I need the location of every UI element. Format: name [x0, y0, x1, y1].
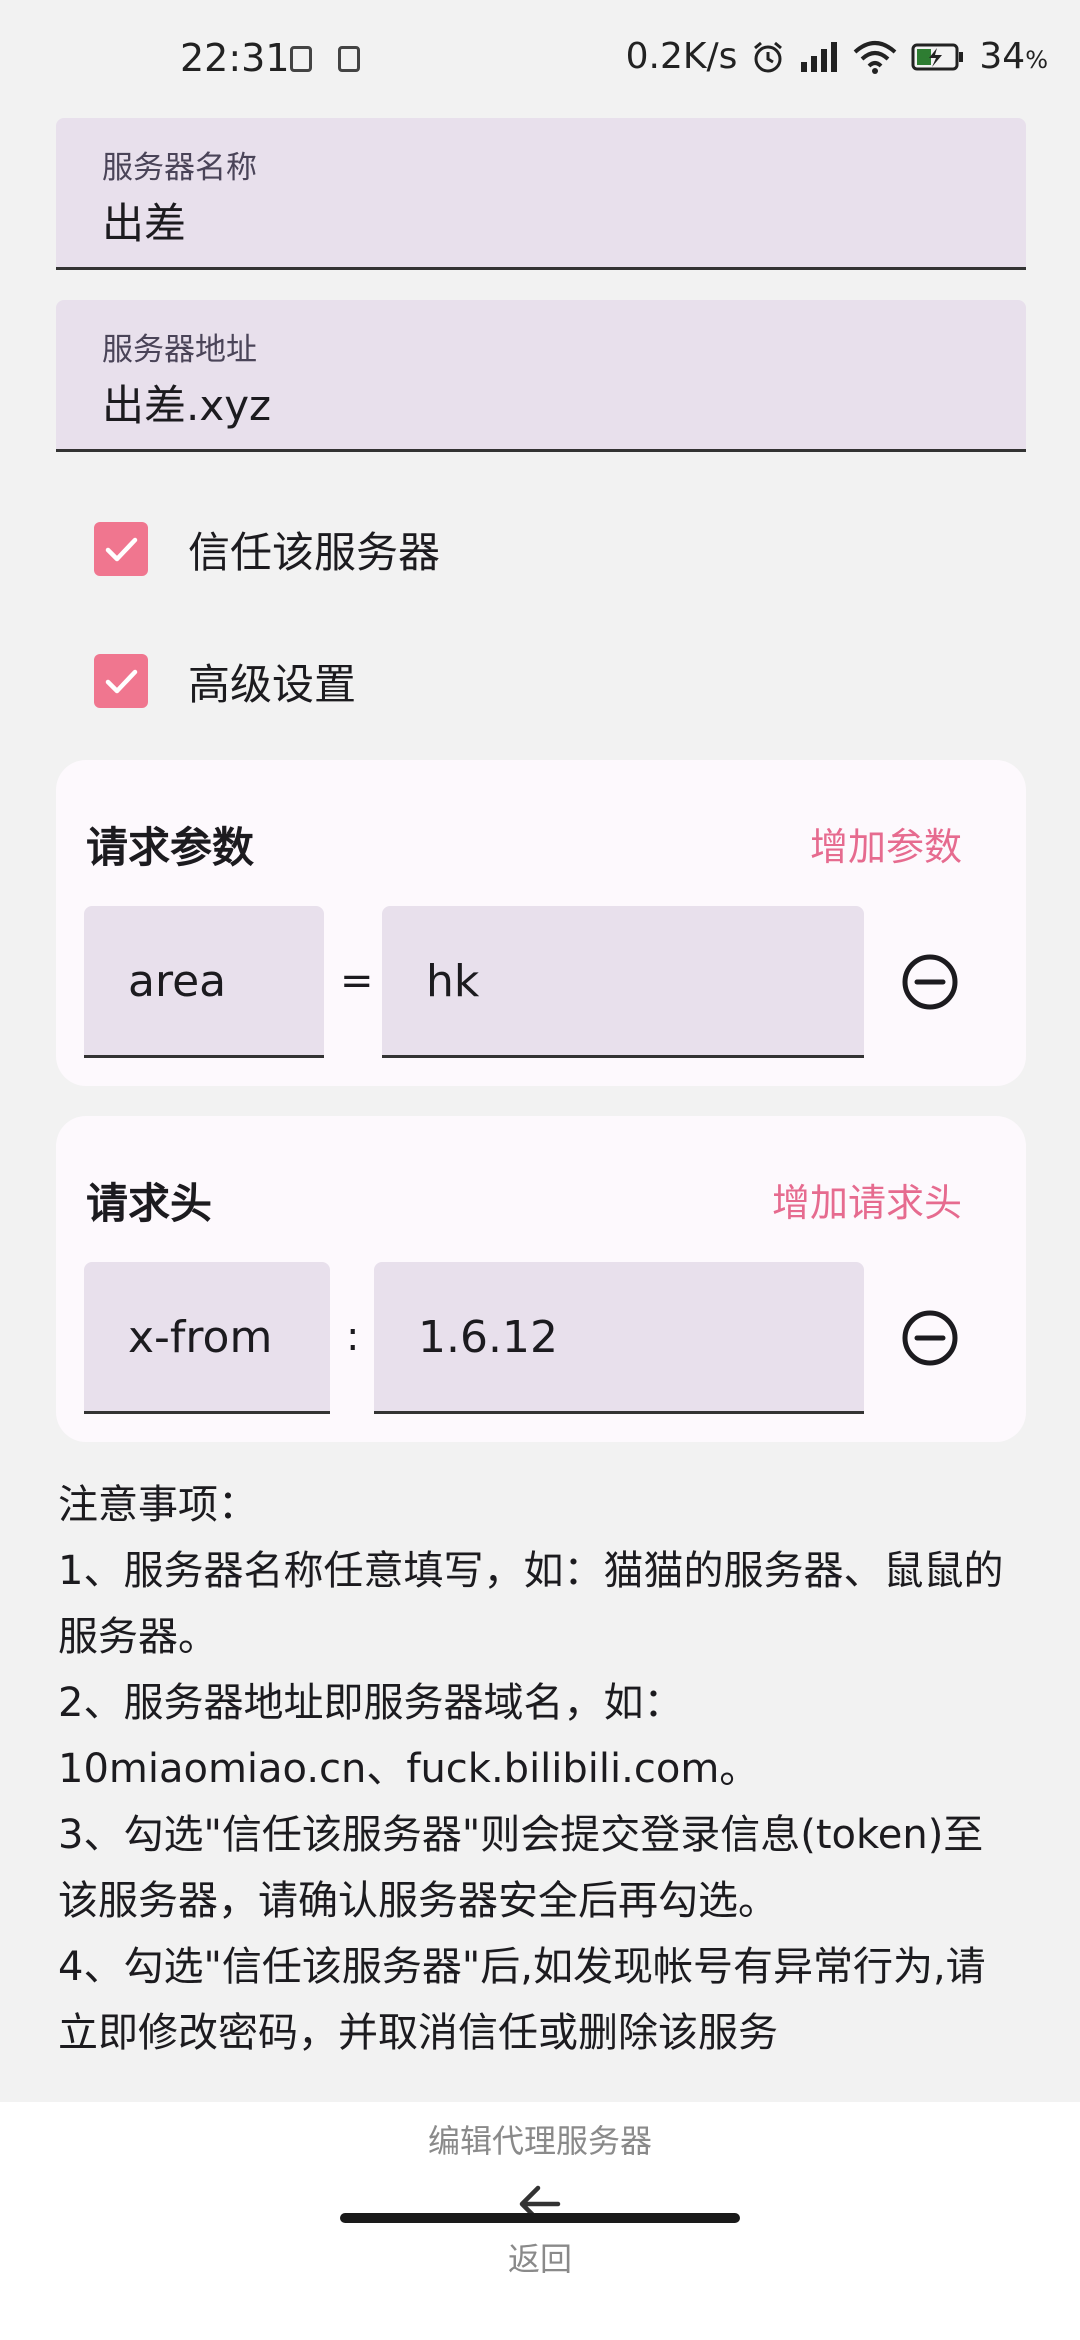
- notes-heading: 注意事项：: [58, 1482, 258, 1528]
- remove-circle-icon[interactable]: [900, 1308, 960, 1368]
- param-key-field[interactable]: area: [84, 906, 324, 1058]
- advanced-settings-checkbox[interactable]: [94, 654, 148, 708]
- advanced-settings-label: 高级设置: [188, 659, 357, 709]
- status-bar: 22:31 0.2K/s 34%: [0, 0, 1080, 120]
- server-name-value[interactable]: 出差: [102, 190, 186, 251]
- request-params-card: 请求参数 增加参数 area = hk: [56, 760, 1026, 1086]
- server-address-value[interactable]: 出差.xyz: [102, 372, 271, 433]
- alarm-icon: [754, 41, 783, 72]
- notes-line: 4、勾选"信任该服务器"后,如发现帐号有异常行为,请立即修改密码，并取消信任或删…: [58, 1944, 986, 2056]
- param-value-value[interactable]: hk: [426, 956, 479, 1007]
- header-value-field[interactable]: 1.6.12: [374, 1262, 864, 1414]
- request-headers-card: 请求头 增加请求头 x-from : 1.6.12: [56, 1116, 1026, 1442]
- add-header-button[interactable]: 增加请求头: [772, 1172, 962, 1227]
- advanced-settings-option[interactable]: 高级设置: [94, 651, 356, 711]
- check-icon: [105, 669, 138, 694]
- header-separator: :: [346, 1314, 360, 1360]
- server-name-field[interactable]: 服务器名称 出差: [56, 118, 1026, 270]
- server-address-label: 服务器地址: [102, 332, 257, 368]
- notes-section: 注意事项： 1、服务器名称任意填写，如：猫猫的服务器、鼠鼠的服务器。 2、服务器…: [58, 1472, 1018, 2066]
- status-time: 22:31: [180, 36, 290, 80]
- network-speed: 0.2K/s: [625, 36, 738, 77]
- notes-line: 1、服务器名称任意填写，如：猫猫的服务器、鼠鼠的服务器。: [58, 1548, 1004, 1660]
- request-headers-title: 请求头: [86, 1179, 213, 1228]
- battery-icon: [911, 43, 964, 70]
- server-name-label: 服务器名称: [102, 150, 257, 186]
- param-value-field[interactable]: hk: [382, 906, 864, 1058]
- header-key-value[interactable]: x-from: [128, 1312, 272, 1363]
- trust-server-option[interactable]: 信任该服务器: [94, 519, 440, 579]
- remove-circle-icon[interactable]: [900, 952, 960, 1012]
- header-value-value[interactable]: 1.6.12: [418, 1312, 558, 1363]
- param-key-value[interactable]: area: [128, 956, 226, 1007]
- header-key-field[interactable]: x-from: [84, 1262, 330, 1414]
- home-indicator[interactable]: [340, 2213, 740, 2223]
- battery-level: 34%: [979, 36, 1048, 77]
- trust-server-label: 信任该服务器: [188, 527, 441, 577]
- server-address-field[interactable]: 服务器地址 出差.xyz: [56, 300, 1026, 452]
- screen-title: 编辑代理服务器: [427, 2122, 652, 2160]
- trust-server-checkbox[interactable]: [94, 522, 148, 576]
- add-param-button[interactable]: 增加参数: [810, 816, 962, 871]
- signal-icon: [801, 41, 838, 72]
- app-notification-icon: [338, 46, 360, 72]
- notification-icon: [290, 46, 312, 72]
- request-params-title: 请求参数: [86, 823, 255, 872]
- status-right: 0.2K/s 34%: [626, 36, 1048, 77]
- wifi-icon: [854, 40, 897, 74]
- notes-line: 3、勾选"信任该服务器"则会提交登录信息(token)至该服务器，请确认服务器安…: [58, 1812, 984, 1924]
- check-icon: [105, 537, 138, 562]
- back-button[interactable]: 返回: [490, 2182, 590, 2292]
- param-separator: =: [340, 958, 374, 1004]
- notes-line: 2、服务器地址即服务器域名，如：10miaomiao.cn、fuck.bilib…: [58, 1680, 760, 1792]
- back-label: 返回: [507, 2240, 572, 2278]
